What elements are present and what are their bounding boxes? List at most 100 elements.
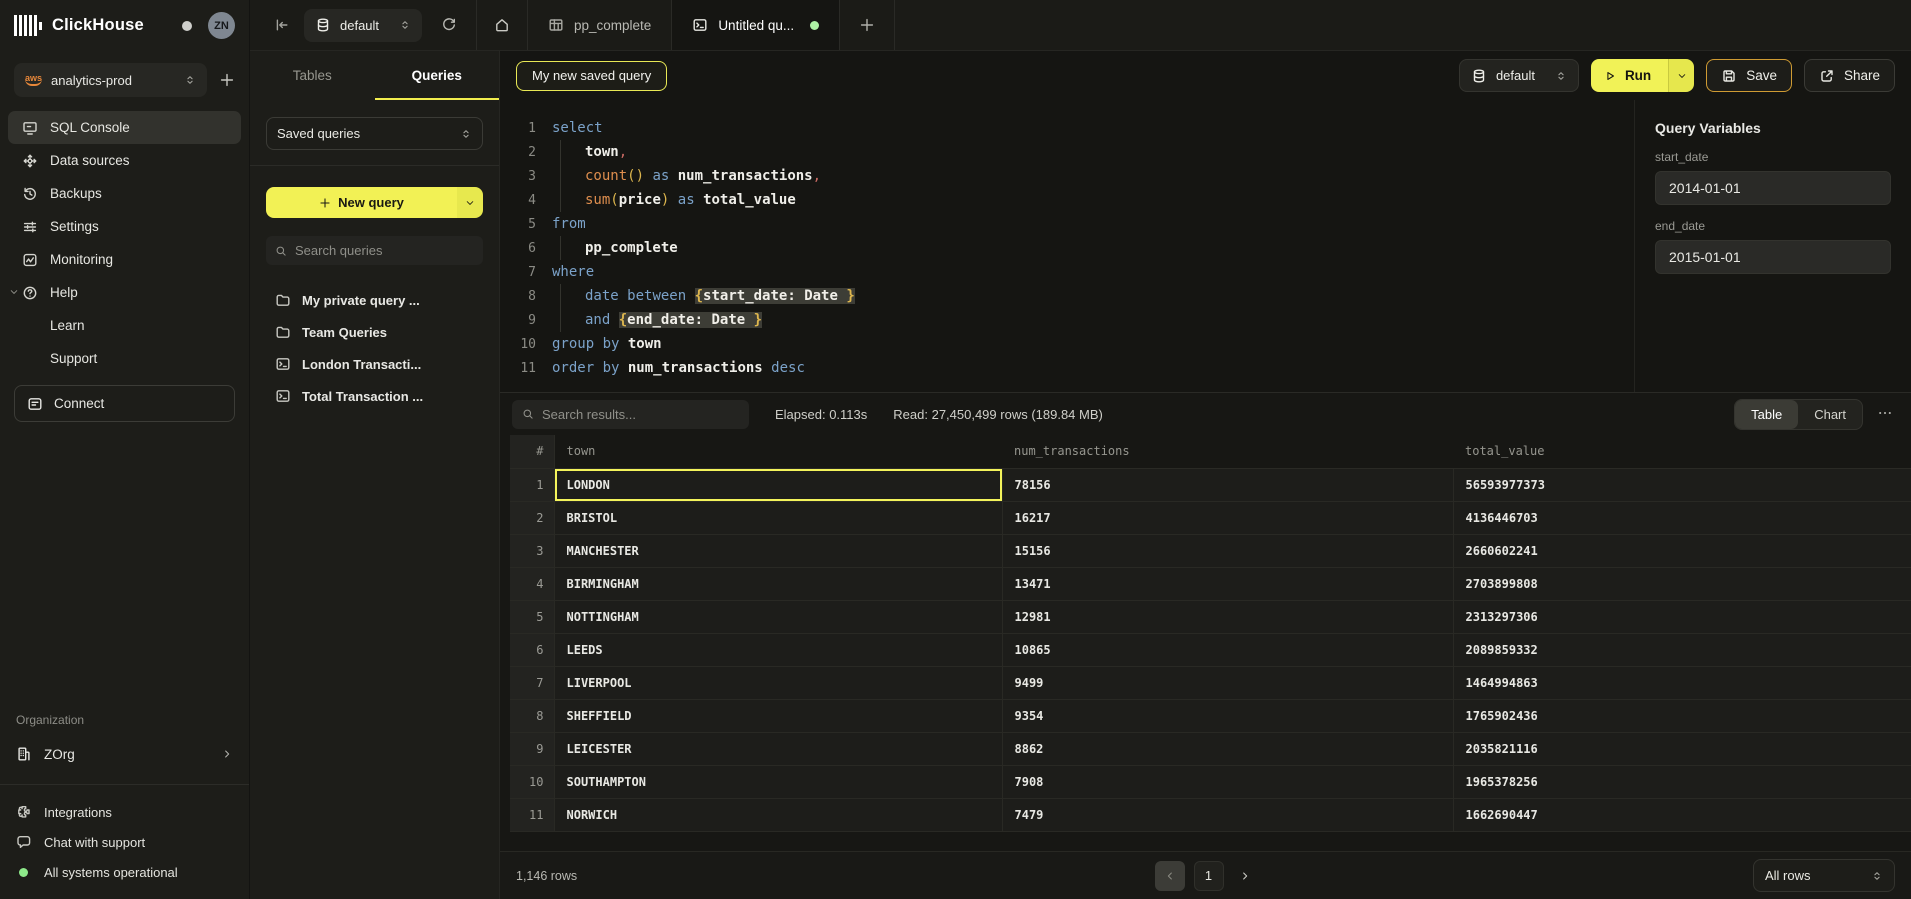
- table-cell[interactable]: LEEDS: [554, 633, 1002, 666]
- new-tab-button[interactable]: [840, 0, 894, 50]
- table-cell[interactable]: 1965378256: [1453, 765, 1911, 798]
- sidebar-item-settings[interactable]: Settings: [8, 210, 241, 243]
- saved-queries-select[interactable]: Saved queries: [266, 117, 483, 150]
- column-header-town[interactable]: town: [554, 435, 1002, 468]
- table-cell[interactable]: SHEFFIELD: [554, 699, 1002, 732]
- row-index-cell[interactable]: 4: [510, 567, 554, 600]
- sidebar-footer-item-all-systems-operational[interactable]: All systems operational: [0, 857, 249, 887]
- run-button[interactable]: Run: [1591, 59, 1668, 92]
- table-cell[interactable]: 15156: [1002, 534, 1453, 567]
- share-button[interactable]: Share: [1804, 59, 1895, 92]
- sidebar-item-backups[interactable]: Backups: [8, 177, 241, 210]
- table-cell[interactable]: 7908: [1002, 765, 1453, 798]
- table-cell[interactable]: 9499: [1002, 666, 1453, 699]
- new-query-button[interactable]: New query: [266, 187, 457, 218]
- next-page-button[interactable]: [1233, 861, 1257, 891]
- variable-input-start-date[interactable]: [1655, 171, 1891, 205]
- sidebar-footer-item-chat-with-support[interactable]: Chat with support: [0, 827, 249, 857]
- sidebar-item-sql-console[interactable]: SQL Console: [8, 111, 241, 144]
- view-chart-button[interactable]: Chart: [1798, 400, 1862, 429]
- row-index-cell[interactable]: 7: [510, 666, 554, 699]
- sidebar-item-help[interactable]: Help: [8, 276, 241, 309]
- row-index-cell[interactable]: 1: [510, 468, 554, 501]
- page-size-selector[interactable]: All rows: [1753, 859, 1895, 892]
- table-cell[interactable]: 8862: [1002, 732, 1453, 765]
- table-cell[interactable]: 56593977373: [1453, 468, 1911, 501]
- tab-untitled-query[interactable]: Untitled qu...: [672, 0, 839, 50]
- table-cell[interactable]: MANCHESTER: [554, 534, 1002, 567]
- row-index-cell[interactable]: 5: [510, 600, 554, 633]
- table-cell[interactable]: 7479: [1002, 798, 1453, 831]
- column-header-total-value[interactable]: total_value: [1453, 435, 1911, 468]
- database-icon: [315, 17, 331, 33]
- table-cell[interactable]: LEICESTER: [554, 732, 1002, 765]
- database-selector-top[interactable]: default: [304, 9, 422, 42]
- table-cell[interactable]: LONDON: [554, 468, 1002, 501]
- table-cell[interactable]: 2035821116: [1453, 732, 1911, 765]
- tab-pp-complete[interactable]: pp_complete: [528, 0, 671, 50]
- add-service-button[interactable]: [219, 72, 235, 88]
- row-index-cell[interactable]: 9: [510, 732, 554, 765]
- query-item-my-private-query[interactable]: My private query ...: [250, 284, 499, 316]
- table-cell[interactable]: NORWICH: [554, 798, 1002, 831]
- current-page[interactable]: 1: [1194, 861, 1224, 891]
- table-cell[interactable]: 2660602241: [1453, 534, 1911, 567]
- column-header-num-transactions[interactable]: num_transactions: [1002, 435, 1453, 468]
- table-cell[interactable]: 16217: [1002, 501, 1453, 534]
- sql-editor[interactable]: 1select2town,3count() as num_transaction…: [500, 100, 1634, 392]
- save-button[interactable]: Save: [1706, 59, 1792, 92]
- query-item-team-queries[interactable]: Team Queries: [250, 316, 499, 348]
- table-cell[interactable]: 1662690447: [1453, 798, 1911, 831]
- column-header-index[interactable]: #: [510, 435, 554, 468]
- row-index-cell[interactable]: 11: [510, 798, 554, 831]
- table-cell[interactable]: 10865: [1002, 633, 1453, 666]
- table-cell[interactable]: LIVERPOOL: [554, 666, 1002, 699]
- sidebar-item-monitoring[interactable]: Monitoring: [8, 243, 241, 276]
- run-options-button[interactable]: [1668, 59, 1694, 92]
- query-item-london-transacti[interactable]: London Transacti...: [250, 348, 499, 380]
- sidebar-footer-item-integrations[interactable]: Integrations: [0, 797, 249, 827]
- new-query-dropdown-button[interactable]: [457, 187, 483, 218]
- workspace-selector[interactable]: aws analytics-prod: [14, 63, 207, 97]
- table-cell[interactable]: 78156: [1002, 468, 1453, 501]
- tab-queries[interactable]: Queries: [375, 51, 500, 100]
- table-cell[interactable]: BIRMINGHAM: [554, 567, 1002, 600]
- connect-button[interactable]: Connect: [14, 385, 235, 422]
- row-index-cell[interactable]: 2: [510, 501, 554, 534]
- table-cell[interactable]: 1464994863: [1453, 666, 1911, 699]
- refresh-button[interactable]: [422, 0, 476, 50]
- view-table-button[interactable]: Table: [1735, 400, 1798, 429]
- table-cell[interactable]: 2089859332: [1453, 633, 1911, 666]
- collapse-sidebar-button[interactable]: [250, 0, 304, 50]
- database-selector-run[interactable]: default: [1459, 59, 1579, 92]
- tab-tables[interactable]: Tables: [250, 51, 375, 100]
- table-cell[interactable]: SOUTHAMPTON: [554, 765, 1002, 798]
- table-cell[interactable]: 2703899808: [1453, 567, 1911, 600]
- home-button[interactable]: [477, 0, 527, 50]
- row-index-cell[interactable]: 10: [510, 765, 554, 798]
- notification-dot[interactable]: [182, 21, 192, 31]
- table-cell[interactable]: BRISTOL: [554, 501, 1002, 534]
- results-more-button[interactable]: [1877, 405, 1893, 424]
- sidebar-item-data-sources[interactable]: Data sources: [8, 144, 241, 177]
- row-index-cell[interactable]: 6: [510, 633, 554, 666]
- row-index-cell[interactable]: 8: [510, 699, 554, 732]
- avatar[interactable]: ZN: [208, 12, 235, 39]
- sidebar-item-support[interactable]: Support: [8, 342, 241, 375]
- search-results-input[interactable]: [542, 407, 739, 422]
- table-cell[interactable]: 13471: [1002, 567, 1453, 600]
- row-index-cell[interactable]: 3: [510, 534, 554, 567]
- previous-page-button[interactable]: [1155, 861, 1185, 891]
- table-cell[interactable]: 4136446703: [1453, 501, 1911, 534]
- saved-query-chip[interactable]: My new saved query: [516, 61, 667, 91]
- sidebar-item-learn[interactable]: Learn: [8, 309, 241, 342]
- table-cell[interactable]: NOTTINGHAM: [554, 600, 1002, 633]
- organization-switcher[interactable]: ZOrg: [0, 737, 249, 771]
- table-cell[interactable]: 12981: [1002, 600, 1453, 633]
- table-cell[interactable]: 1765902436: [1453, 699, 1911, 732]
- table-cell[interactable]: 9354: [1002, 699, 1453, 732]
- variable-input-end-date[interactable]: [1655, 240, 1891, 274]
- table-cell[interactable]: 2313297306: [1453, 600, 1911, 633]
- query-item-total-transaction[interactable]: Total Transaction ...: [250, 380, 499, 412]
- search-queries-input[interactable]: [295, 243, 474, 258]
